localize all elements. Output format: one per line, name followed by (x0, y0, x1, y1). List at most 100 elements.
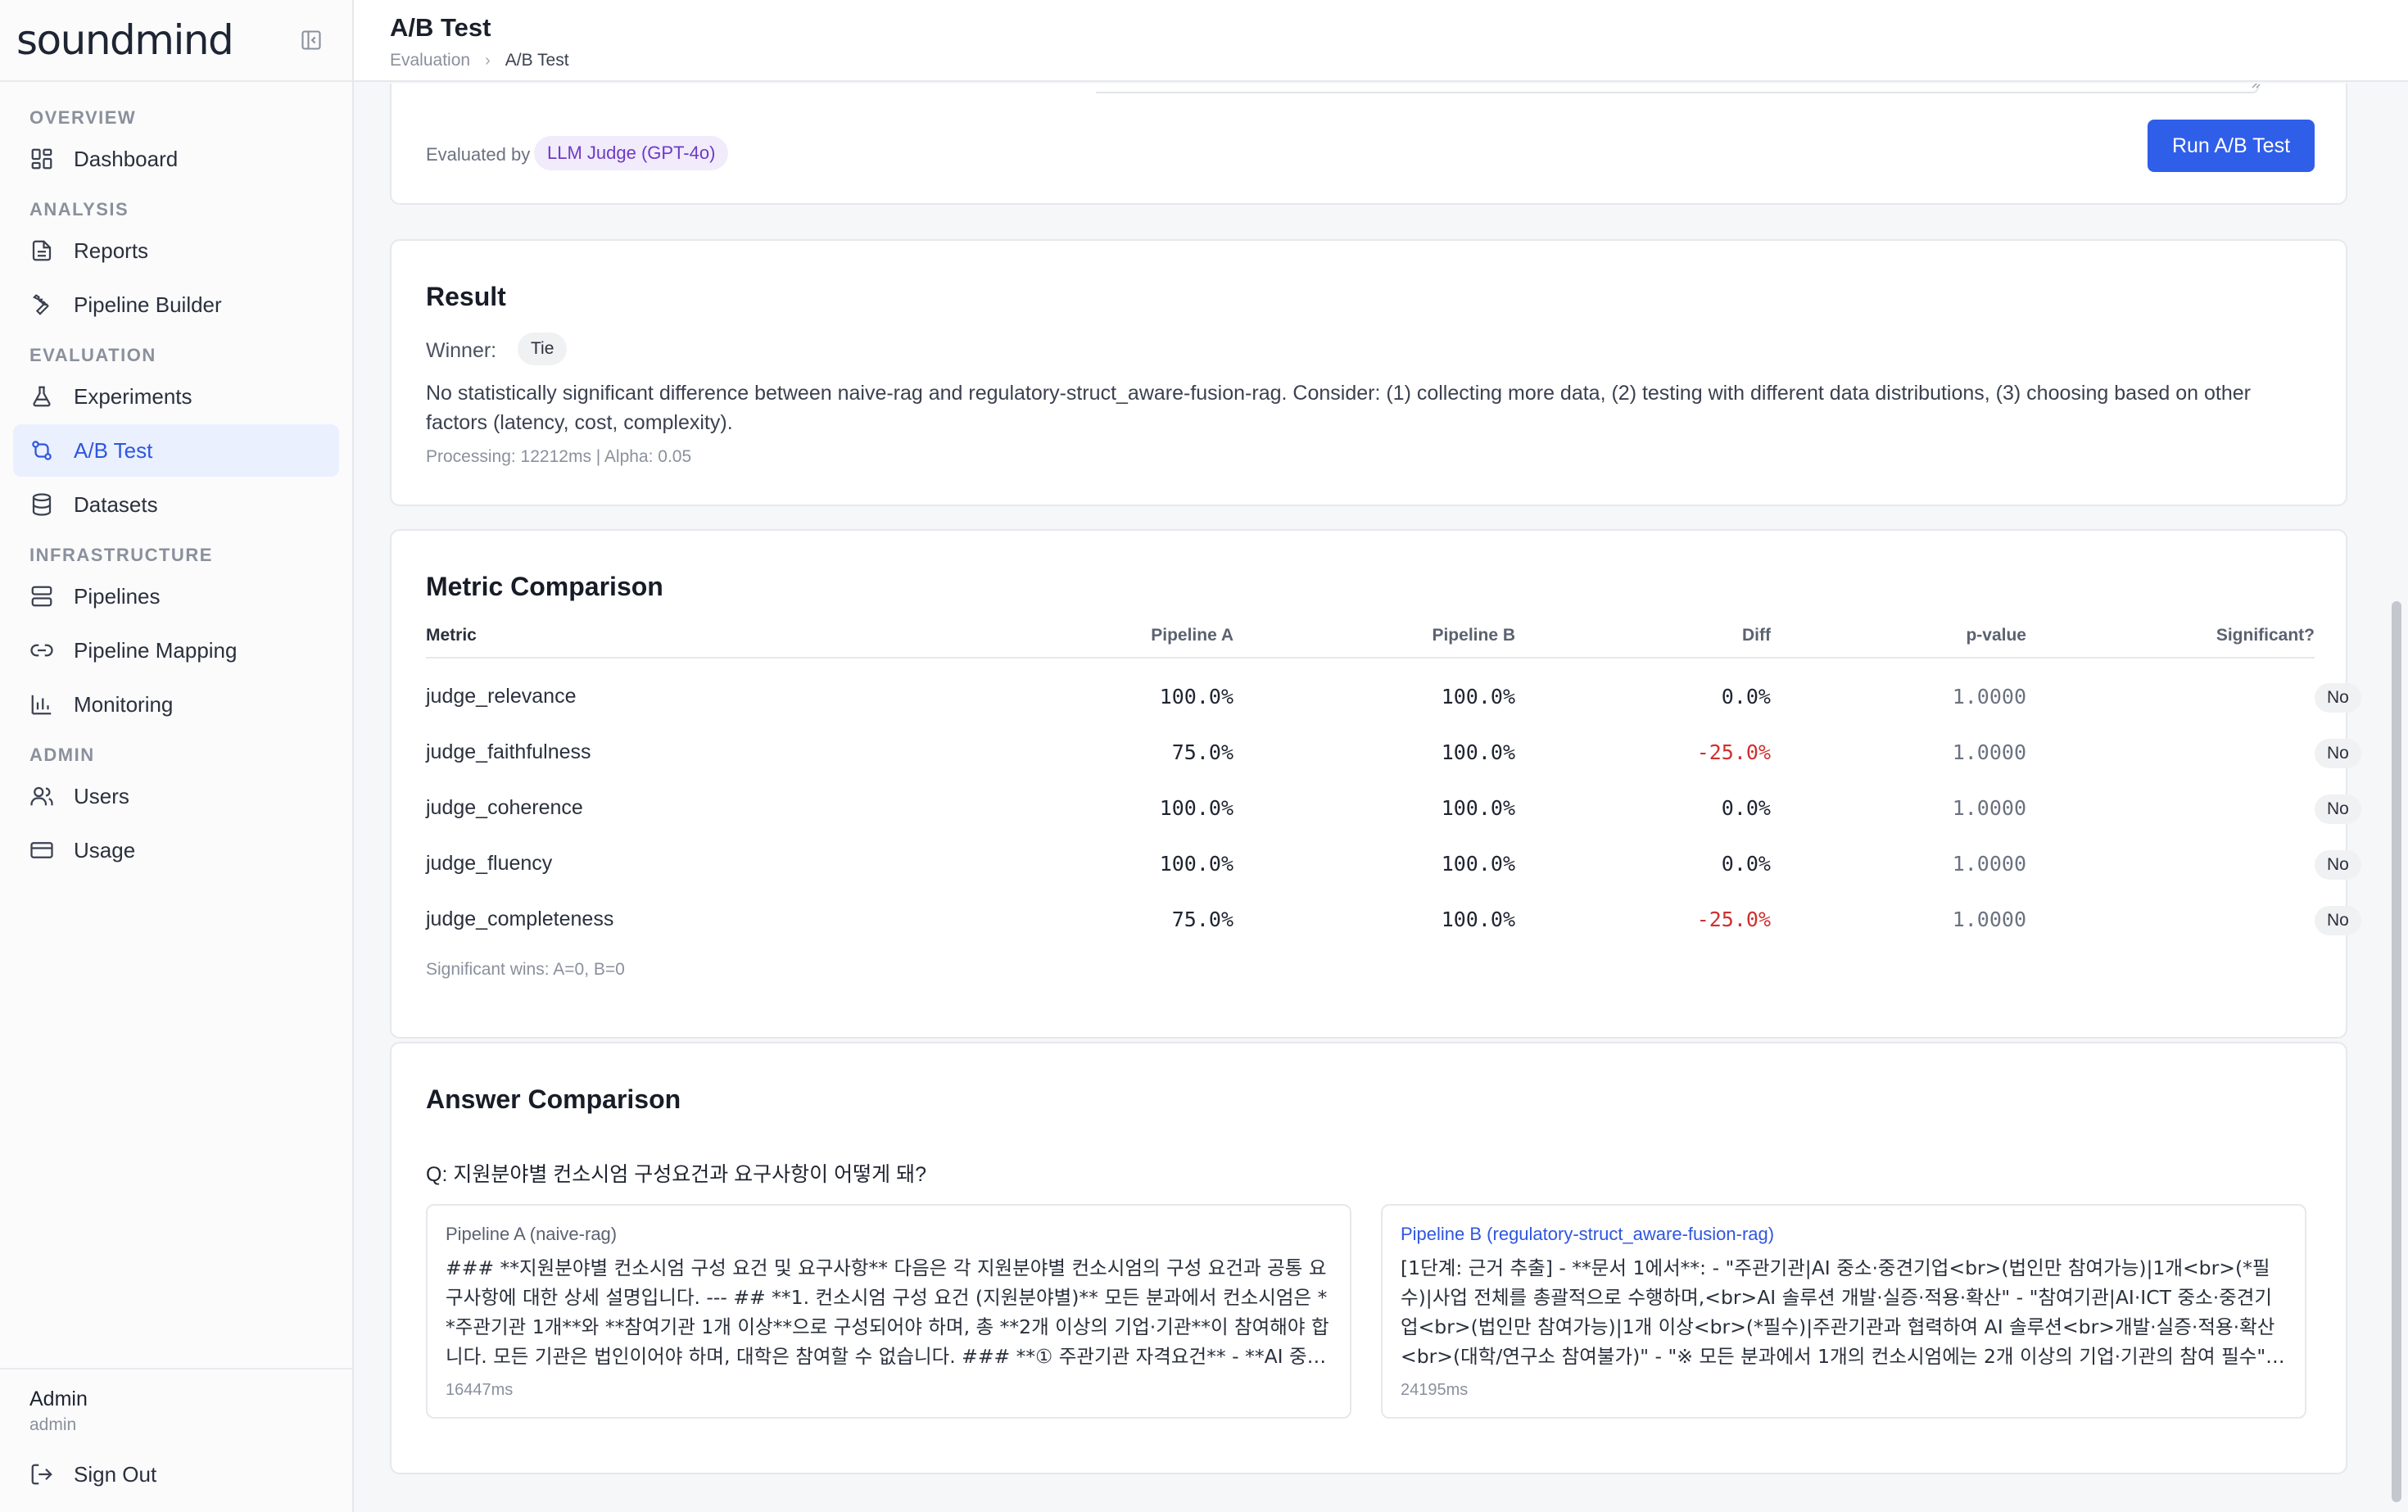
sidebar-footer: Admin admin Sign Out (0, 1368, 352, 1512)
evaluation-config-card: Evaluated by LLM Judge (GPT-4o) Run A/B … (390, 84, 2347, 205)
result-card: Result Winner: Tie No statistically sign… (390, 239, 2347, 506)
p-value: 1.0000 (1952, 740, 2026, 764)
sidebar-item-pipeline-mapping[interactable]: Pipeline Mapping (13, 624, 339, 677)
sidebar-item-dashboard[interactable]: Dashboard (13, 133, 339, 185)
significance-badge: No (2315, 683, 2361, 713)
section-label-evaluation: EVALUATION (29, 345, 156, 365)
col-significant: Significant? (2216, 626, 2315, 645)
main-content: Evaluated by LLM Judge (GPT-4o) Run A/B … (354, 84, 2383, 1512)
significance-badge: No (2315, 739, 2361, 768)
pipeline-a-value: 100.0% (1159, 685, 1233, 708)
sidebar-item-label: Monitoring (74, 691, 174, 717)
significant-wins: Significant wins: A=0, B=0 (426, 960, 625, 979)
table-row: judge_coherence 100.0% 100.0% 0.0% 1.000… (426, 783, 2361, 839)
users-icon (30, 786, 53, 806)
significance-badge: No (2315, 906, 2361, 935)
pipeline-b-latency: 24195ms (1401, 1381, 1469, 1399)
sidebar-item-monitoring[interactable]: Monitoring (13, 678, 339, 731)
col-pipeline-b: Pipeline B (1432, 626, 1515, 645)
col-p-value: p-value (1966, 626, 2026, 645)
git-compare-icon (32, 441, 52, 460)
sidebar-item-label: Pipelines (74, 583, 161, 609)
question-textarea[interactable] (1096, 87, 2259, 93)
result-summary: No statistically significant difference … (426, 382, 2252, 434)
col-pipeline-a: Pipeline A (1151, 626, 1233, 645)
pipeline-a-text: ### **지원분야별 컨소시엄 구성 요건 및 요구사항** 다음은 각 지원… (446, 1256, 1331, 1368)
sign-out-label: Sign Out (74, 1461, 157, 1487)
table-row: judge_completeness 75.0% 100.0% -25.0% 1… (426, 894, 2361, 950)
sidebar-item-usage[interactable]: Usage (13, 824, 339, 876)
user-name: Admin (29, 1388, 88, 1410)
pipeline-a-value: 100.0% (1159, 796, 1233, 820)
evaluated-by-label: Evaluated by (426, 144, 531, 165)
significance-badge: No (2315, 850, 2361, 880)
sidebar-collapse-icon[interactable] (298, 27, 324, 53)
sidebar-item-pipeline-builder[interactable]: Pipeline Builder (13, 278, 339, 331)
diff-value: 0.0% (1721, 796, 1771, 820)
run-ab-test-button[interactable]: Run A/B Test (2148, 120, 2315, 172)
section-label-analysis: ANALYSIS (29, 199, 129, 220)
pipeline-b-value: 100.0% (1441, 685, 1515, 708)
winner-badge: Tie (518, 333, 568, 365)
sidebar-item-users[interactable]: Users (13, 770, 339, 822)
processing-info: Processing: 12212ms | Alpha: 0.05 (426, 447, 692, 466)
question-text: Q: 지원분야별 컨소시엄 구성요건과 요구사항이 어떻게 돼? (426, 1163, 926, 1186)
table-row: judge_faithfulness 75.0% 100.0% -25.0% 1… (426, 727, 2361, 783)
sidebar-item-label: Reports (74, 238, 149, 263)
sidebar-item-experiments[interactable]: Experiments (13, 370, 339, 423)
winner-label: Winner: (426, 339, 497, 362)
pipeline-a-answer: Pipeline A (naive-rag) ### **지원분야별 컨소시엄 … (426, 1204, 1351, 1419)
pipeline-a-value: 75.0% (1171, 740, 1233, 764)
table-row: judge_fluency 100.0% 100.0% 0.0% 1.0000 … (426, 839, 2361, 894)
sidebar-item-label: Users (74, 783, 129, 808)
p-value: 1.0000 (1952, 908, 2026, 931)
app-logo[interactable]: soundmind (16, 16, 234, 64)
metric-name: judge_coherence (426, 796, 583, 819)
sidebar-item-datasets[interactable]: Datasets (13, 478, 339, 531)
bar-chart-icon (31, 695, 52, 715)
pipeline-b-value: 100.0% (1441, 908, 1515, 931)
pipeline-a-value: 100.0% (1159, 852, 1233, 876)
user-role: admin (29, 1415, 77, 1434)
diff-value: 0.0% (1721, 685, 1771, 708)
p-value: 1.0000 (1952, 685, 2026, 708)
answer-comparison-title: Answer Comparison (426, 1084, 681, 1114)
metric-name: judge_completeness (426, 908, 614, 930)
sidebar-item-label: Experiments (74, 383, 192, 409)
resize-handle-icon[interactable] (2249, 84, 2261, 88)
sidebar-item-label: Dashboard (74, 146, 179, 171)
link-icon (30, 644, 53, 657)
pipeline-b-value: 100.0% (1441, 852, 1515, 876)
sidebar-item-pipelines[interactable]: Pipelines (13, 570, 339, 622)
wrench-icon (32, 294, 49, 315)
database-icon (32, 493, 52, 516)
pipeline-b-value: 100.0% (1441, 796, 1515, 820)
brand-bar: soundmind (0, 0, 352, 82)
answer-comparison-card: Answer Comparison Q: 지원분야별 컨소시엄 구성요건과 요구… (390, 1042, 2347, 1474)
section-label-infrastructure: INFRASTRUCTURE (29, 545, 213, 565)
scrollbar-thumb[interactable] (2392, 601, 2401, 1502)
pipeline-b-label: Pipeline B (regulatory-struct_aware-fusi… (1401, 1224, 1775, 1244)
metric-comparison-title: Metric Comparison (426, 572, 663, 601)
diff-value: 0.0% (1721, 852, 1771, 876)
significance-badge: No (2315, 794, 2361, 824)
section-label-overview: OVERVIEW (29, 107, 137, 128)
sidebar: soundmind OVERVIEW Dashboard ANALYSIS Re… (0, 0, 354, 1512)
breadcrumb-root[interactable]: Evaluation (390, 51, 470, 70)
metric-table-header: Metric Pipeline A Pipeline B Diff p-valu… (426, 626, 2315, 659)
sign-out-button[interactable]: Sign Out (13, 1448, 339, 1501)
p-value: 1.0000 (1952, 852, 2026, 876)
pipeline-b-value: 100.0% (1441, 740, 1515, 764)
main-scrollbar[interactable] (2383, 84, 2408, 1512)
chevron-right-icon: › (485, 51, 491, 70)
sidebar-item-label: Pipeline Mapping (74, 637, 238, 663)
sidebar-item-reports[interactable]: Reports (13, 224, 339, 277)
sidebar-item-label: Pipeline Builder (74, 292, 222, 317)
sidebar-item-ab-test[interactable]: A/B Test (13, 424, 339, 477)
sidebar-item-label: Datasets (74, 491, 158, 517)
col-metric: Metric (426, 626, 477, 645)
page-title: A/B Test (390, 13, 491, 42)
breadcrumb-current: A/B Test (505, 51, 569, 70)
judge-badge: LLM Judge (GPT-4o) (534, 136, 729, 170)
pipeline-b-text: [1단계: 근거 추출] - **문서 1에서**: - "주관기관|AI 중소… (1401, 1256, 2279, 1368)
